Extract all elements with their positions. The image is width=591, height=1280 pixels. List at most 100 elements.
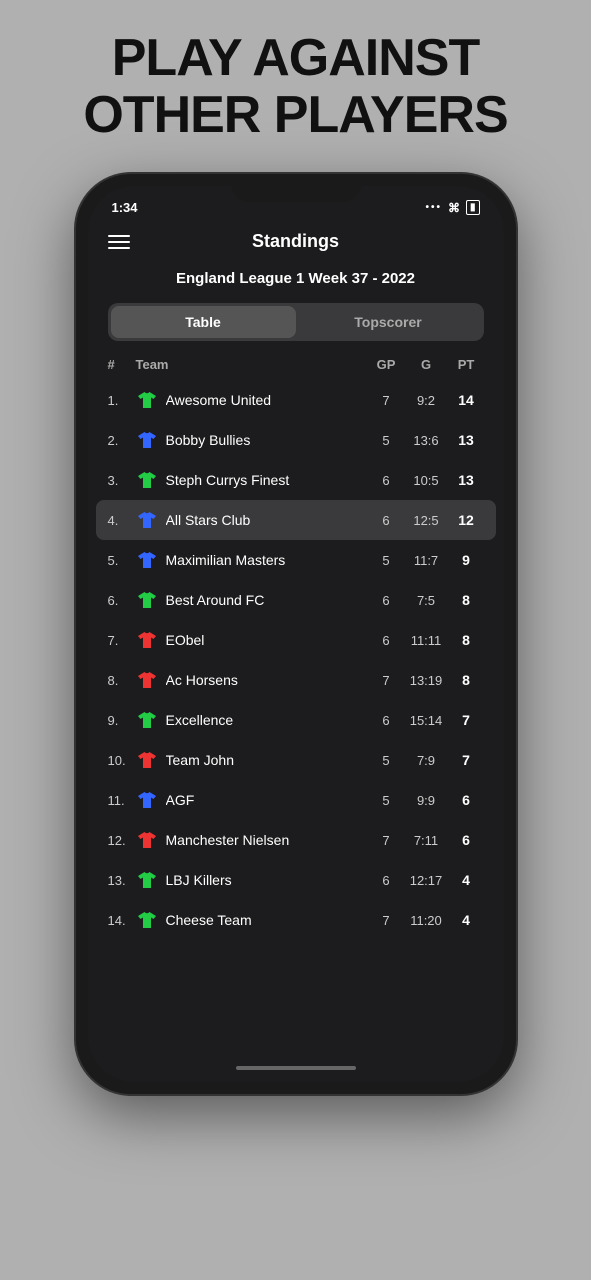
row-rank: 1. xyxy=(108,393,136,408)
team-name: Awesome United xyxy=(166,392,369,408)
row-g: 13:19 xyxy=(404,673,449,688)
row-rank: 2. xyxy=(108,433,136,448)
menu-button[interactable] xyxy=(108,235,130,249)
tab-table[interactable]: Table xyxy=(111,306,296,338)
row-rank: 11. xyxy=(108,793,136,808)
shirt-icon xyxy=(136,469,158,491)
row-gp: 5 xyxy=(369,553,404,568)
team-name: EObel xyxy=(166,632,369,648)
row-pt: 7 xyxy=(449,752,484,768)
col-pt-header: PT xyxy=(449,357,484,372)
row-gp: 6 xyxy=(369,473,404,488)
table-row: 8. Ac Horsens 7 13:19 8 xyxy=(88,660,504,700)
headline: PLAY AGAINST OTHER PLAYERS xyxy=(83,30,507,144)
row-g: 15:14 xyxy=(404,713,449,728)
row-gp: 7 xyxy=(369,913,404,928)
status-time: 1:34 xyxy=(112,200,138,215)
row-pt: 9 xyxy=(449,552,484,568)
row-rank: 5. xyxy=(108,553,136,568)
shirt-icon xyxy=(136,429,158,451)
row-rank: 9. xyxy=(108,713,136,728)
team-name: All Stars Club xyxy=(166,512,369,528)
team-name: Team John xyxy=(166,752,369,768)
signal-dots-icon: ••• xyxy=(425,202,442,213)
row-gp: 7 xyxy=(369,393,404,408)
row-g: 13:6 xyxy=(404,433,449,448)
col-num-header: # xyxy=(108,357,136,372)
shirt-icon xyxy=(136,549,158,571)
row-pt: 13 xyxy=(449,472,484,488)
shirt-icon xyxy=(136,509,158,531)
tab-topscorer[interactable]: Topscorer xyxy=(296,306,481,338)
home-bar xyxy=(236,1066,356,1070)
shirt-icon xyxy=(136,709,158,731)
row-rank: 8. xyxy=(108,673,136,688)
wifi-icon: ⌘ xyxy=(448,201,460,215)
row-rank: 13. xyxy=(108,873,136,888)
col-gp-header: GP xyxy=(369,357,404,372)
row-rank: 10. xyxy=(108,753,136,768)
phone-frame: 1:34 ••• ⌘ ▮ Standings England League 1 … xyxy=(76,174,516,1094)
shirt-icon xyxy=(136,829,158,851)
row-pt: 6 xyxy=(449,792,484,808)
row-g: 7:11 xyxy=(404,833,449,848)
table-row: 14. Cheese Team 7 11:20 4 xyxy=(88,900,504,940)
team-name: Manchester Nielsen xyxy=(166,832,369,848)
row-rank: 14. xyxy=(108,913,136,928)
row-g: 10:5 xyxy=(404,473,449,488)
row-gp: 6 xyxy=(369,593,404,608)
table-header: # Team GP G PT xyxy=(88,353,504,380)
row-gp: 7 xyxy=(369,673,404,688)
league-title: England League 1 Week 37 - 2022 xyxy=(88,262,504,295)
row-g: 7:5 xyxy=(404,593,449,608)
team-name: Maximilian Masters xyxy=(166,552,369,568)
shirt-icon xyxy=(136,669,158,691)
row-pt: 12 xyxy=(449,512,484,528)
shirt-icon xyxy=(136,629,158,651)
row-pt: 6 xyxy=(449,832,484,848)
table-row: 1. Awesome United 7 9:2 14 xyxy=(88,380,504,420)
team-name: Bobby Bullies xyxy=(166,432,369,448)
row-g: 11:7 xyxy=(404,553,449,568)
page-title: Standings xyxy=(252,231,339,252)
table-body: 1. Awesome United 7 9:2 14 2. Bobby Bull… xyxy=(88,380,504,1054)
row-gp: 6 xyxy=(369,633,404,648)
row-rank: 4. xyxy=(108,513,136,528)
shirt-icon xyxy=(136,589,158,611)
row-pt: 13 xyxy=(449,432,484,448)
phone-inner: 1:34 ••• ⌘ ▮ Standings England League 1 … xyxy=(88,186,504,1082)
table-row: 6. Best Around FC 6 7:5 8 xyxy=(88,580,504,620)
app-content: Standings England League 1 Week 37 - 202… xyxy=(88,221,504,1054)
row-pt: 7 xyxy=(449,712,484,728)
tab-bar: Table Topscorer xyxy=(108,303,484,341)
row-pt: 14 xyxy=(449,392,484,408)
row-g: 11:20 xyxy=(404,913,449,928)
headline-line1: PLAY AGAINST xyxy=(112,29,480,87)
row-pt: 4 xyxy=(449,912,484,928)
table-row: 5. Maximilian Masters 5 11:7 9 xyxy=(88,540,504,580)
row-gp: 6 xyxy=(369,713,404,728)
phone-notch xyxy=(231,174,361,202)
team-name: Steph Currys Finest xyxy=(166,472,369,488)
row-pt: 8 xyxy=(449,672,484,688)
table-row: 9. Excellence 6 15:14 7 xyxy=(88,700,504,740)
table-row: 10. Team John 5 7:9 7 xyxy=(88,740,504,780)
headline-line2: OTHER PLAYERS xyxy=(83,86,507,144)
shirt-icon xyxy=(136,909,158,931)
row-rank: 6. xyxy=(108,593,136,608)
table-row: 13. LBJ Killers 6 12:17 4 xyxy=(88,860,504,900)
shirt-icon xyxy=(136,389,158,411)
row-pt: 8 xyxy=(449,592,484,608)
team-name: Best Around FC xyxy=(166,592,369,608)
row-gp: 6 xyxy=(369,873,404,888)
table-row: 3. Steph Currys Finest 6 10:5 13 xyxy=(88,460,504,500)
row-gp: 5 xyxy=(369,433,404,448)
top-bar: Standings xyxy=(88,221,504,262)
row-g: 7:9 xyxy=(404,753,449,768)
team-name: LBJ Killers xyxy=(166,872,369,888)
shirt-icon xyxy=(136,789,158,811)
row-pt: 8 xyxy=(449,632,484,648)
row-rank: 12. xyxy=(108,833,136,848)
col-g-header: G xyxy=(404,357,449,372)
row-rank: 3. xyxy=(108,473,136,488)
